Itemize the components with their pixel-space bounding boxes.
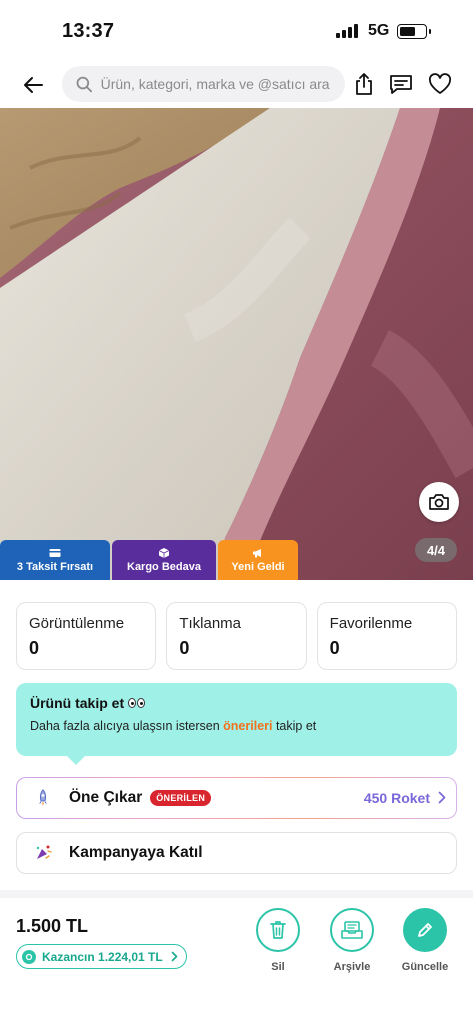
stat-favorites: Favorilenme 0 [316, 602, 457, 670]
trash-icon [270, 921, 286, 939]
signal-icon [336, 24, 358, 38]
card-icon [49, 548, 61, 557]
chevron-right-icon [171, 951, 178, 962]
search-input[interactable] [100, 76, 345, 92]
stat-value: 0 [329, 638, 340, 658]
product-photo [0, 108, 473, 580]
stat-views: Görüntülenme 0 [16, 602, 157, 670]
tip-text-before: Daha fazla alıcıya ulaşsın istersen [30, 719, 224, 733]
recommended-badge: ÖNERİLEN [150, 790, 212, 806]
earnings-pill[interactable]: Kazancın 1.224,01 TL [16, 944, 187, 969]
tip-recommendations-link[interactable]: önerileri [223, 719, 272, 733]
archive-icon [341, 921, 363, 939]
share-button[interactable] [350, 70, 378, 98]
camera-icon [429, 494, 449, 510]
search-icon [76, 76, 93, 92]
megaphone-icon [253, 548, 261, 557]
update-label: Güncelle [401, 961, 449, 973]
favorite-button[interactable] [426, 70, 454, 98]
delete-circle [256, 908, 300, 952]
back-button[interactable] [18, 70, 48, 100]
status-bar: 13:37 5G [0, 0, 473, 62]
battery-icon [397, 24, 427, 39]
tip-text: Daha fazla alıcıya ulaşsın istersen öner… [30, 719, 443, 733]
message-icon [390, 75, 412, 94]
delete-label: Sil [271, 961, 285, 973]
eyes-icon [128, 698, 146, 708]
badge-free-shipping-label: Kargo Bedava [127, 560, 201, 573]
rocket-icon [31, 786, 55, 810]
badge-installment: 3 Taksit Fırsatı [0, 540, 110, 580]
chevron-right-icon [438, 791, 446, 804]
heart-icon [428, 73, 452, 94]
stat-value: 0 [29, 638, 40, 658]
join-campaign-row[interactable]: Kampanyaya Katıl [16, 832, 457, 874]
stat-clicks: Tıklanma 0 [166, 602, 307, 670]
archive-label: Arşivle [333, 961, 371, 973]
stat-label: Favorilenme [329, 615, 413, 632]
section-divider [0, 890, 473, 898]
tip-pointer [66, 755, 86, 765]
search-bar[interactable] [62, 66, 345, 102]
update-circle [403, 908, 447, 952]
top-navigation [0, 62, 473, 108]
stat-value: 0 [179, 638, 190, 658]
tip-title-row: Ürünü takip et [30, 695, 443, 711]
pencil-icon [418, 923, 432, 937]
promote-label: Öne Çıkar [69, 789, 143, 806]
campaign-icon [31, 841, 55, 865]
campaign-label: Kampanyaya Katıl [69, 844, 203, 861]
delete-button[interactable]: Sil [250, 908, 306, 973]
network-type: 5G [368, 22, 390, 39]
share-icon [356, 73, 372, 95]
update-button[interactable]: Güncelle [397, 908, 453, 973]
badge-new-arrival-label: Yeni Geldi [231, 560, 285, 573]
messages-button[interactable] [387, 70, 415, 98]
tip-text-after: takip et [272, 719, 317, 733]
archive-button[interactable]: Arşivle [324, 908, 380, 973]
stat-label: Görüntülenme [29, 615, 125, 632]
badge-installment-label: 3 Taksit Fırsatı [16, 560, 94, 573]
status-time: 13:37 [62, 20, 115, 42]
badge-new-arrival: Yeni Geldi [218, 540, 298, 580]
archive-circle [330, 908, 374, 952]
image-page-indicator: 4/4 [415, 538, 457, 562]
badge-free-shipping: Kargo Bedava [112, 540, 216, 580]
product-price: 1.500 TL [16, 916, 89, 936]
product-image-carousel[interactable]: 3 Taksit Fırsatı Kargo Bedava Yeni Geldi… [0, 108, 473, 580]
product-badges: 3 Taksit Fırsatı Kargo Bedava Yeni Geldi [0, 540, 298, 580]
promote-row[interactable]: Öne Çıkar ÖNERİLEN 450 Roket [16, 777, 457, 819]
back-arrow-icon [24, 77, 43, 93]
stat-label: Tıklanma [179, 615, 242, 632]
stats-row: Görüntülenme 0 Tıklanma 0 Favorilenme 0 [16, 602, 457, 670]
camera-button[interactable] [419, 482, 459, 522]
roket-cost: 450 Roket [363, 790, 430, 806]
battery-cap [429, 29, 431, 34]
follow-tip-banner: Ürünü takip et Daha fazla alıcıya ulaşsı… [16, 683, 457, 756]
tip-title: Ürünü takip et [30, 695, 125, 711]
coin-icon [22, 949, 36, 964]
earnings-text: Kazancın 1.224,01 TL [42, 949, 163, 964]
box-icon [158, 547, 170, 558]
